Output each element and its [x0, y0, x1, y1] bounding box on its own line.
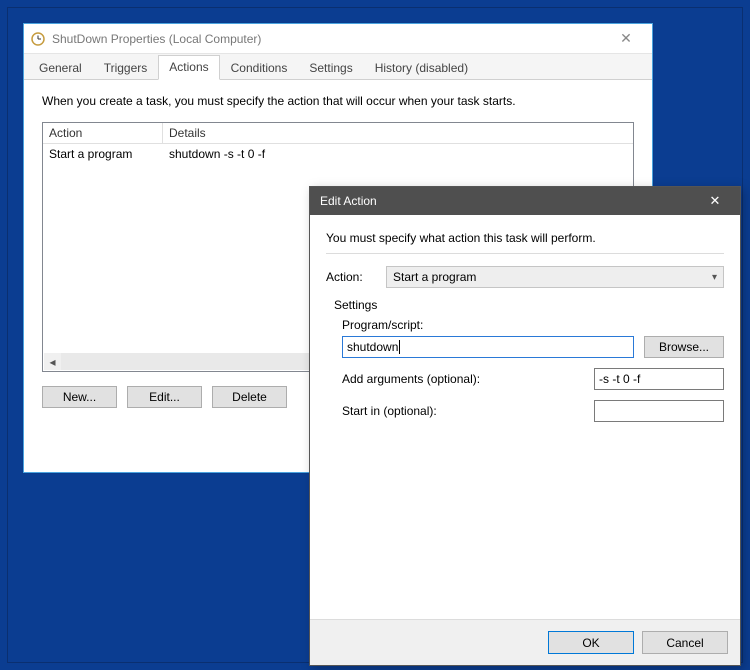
table-header: Action Details	[43, 123, 633, 144]
tab-actions[interactable]: Actions	[158, 55, 219, 80]
text-caret	[399, 340, 400, 354]
window-title: ShutDown Properties (Local Computer)	[52, 32, 606, 46]
action-select-value: Start a program	[393, 270, 476, 284]
edit-action-dialog: Edit Action ✕ You must specify what acti…	[309, 186, 741, 666]
close-icon[interactable]: ✕	[700, 193, 730, 209]
action-select[interactable]: Start a program ▾	[386, 266, 724, 288]
modal-intro: You must specify what action this task w…	[326, 231, 724, 245]
tab-history[interactable]: History (disabled)	[364, 56, 479, 80]
delete-button[interactable]: Delete	[212, 386, 287, 408]
arguments-value: -s -t 0 -f	[599, 372, 640, 386]
titlebar: ShutDown Properties (Local Computer) ✕	[24, 24, 652, 54]
browse-button[interactable]: Browse...	[644, 336, 724, 358]
cancel-button[interactable]: Cancel	[642, 631, 728, 654]
program-script-input[interactable]: shutdown	[342, 336, 634, 358]
tabs: General Triggers Actions Conditions Sett…	[24, 54, 652, 80]
intro-text: When you create a task, you must specify…	[42, 94, 634, 108]
table-row[interactable]: Start a program shutdown -s -t 0 -f	[43, 144, 633, 164]
ok-button[interactable]: OK	[548, 631, 634, 654]
cell-action: Start a program	[43, 144, 163, 164]
close-icon[interactable]: ✕	[606, 30, 646, 47]
startin-label: Start in (optional):	[342, 404, 594, 418]
action-label: Action:	[326, 270, 386, 284]
startin-input[interactable]	[594, 400, 724, 422]
tab-settings[interactable]: Settings	[298, 56, 363, 80]
modal-title: Edit Action	[320, 194, 700, 208]
program-script-label: Program/script:	[342, 318, 724, 332]
clock-icon	[30, 31, 46, 47]
modal-titlebar: Edit Action ✕	[310, 187, 740, 215]
col-details[interactable]: Details	[163, 123, 633, 143]
arguments-input[interactable]: -s -t 0 -f	[594, 368, 724, 390]
col-action[interactable]: Action	[43, 123, 163, 143]
tab-conditions[interactable]: Conditions	[220, 56, 299, 80]
scroll-left-icon[interactable]: ◂	[44, 353, 61, 370]
edit-button[interactable]: Edit...	[127, 386, 202, 408]
tab-general[interactable]: General	[28, 56, 93, 80]
modal-footer: OK Cancel	[310, 619, 740, 665]
cell-details: shutdown -s -t 0 -f	[163, 144, 633, 164]
settings-header: Settings	[334, 298, 724, 312]
arguments-label: Add arguments (optional):	[342, 372, 594, 386]
tab-triggers[interactable]: Triggers	[93, 56, 159, 80]
new-button[interactable]: New...	[42, 386, 117, 408]
chevron-down-icon: ▾	[712, 272, 717, 283]
program-script-value: shutdown	[347, 340, 398, 354]
divider	[326, 253, 724, 254]
